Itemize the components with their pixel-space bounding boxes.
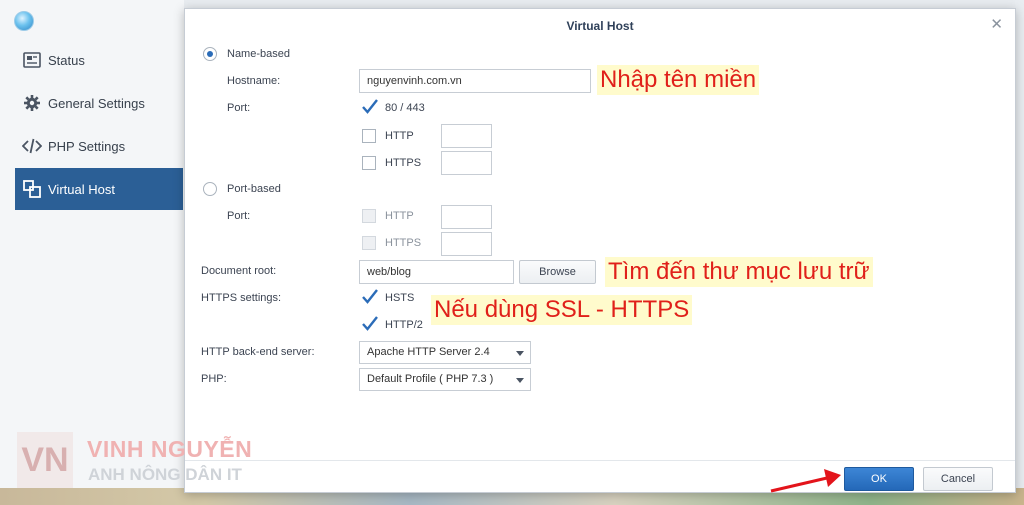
checkmark-icon xyxy=(362,99,378,114)
watermark-subtitle: ANH NÔNG DÂN IT xyxy=(88,465,242,484)
web-station-logo-icon xyxy=(14,11,34,31)
port-80-443-label: 80 / 443 xyxy=(385,102,425,114)
backend-server-value: Apache HTTP Server 2.4 xyxy=(367,346,490,358)
code-icon xyxy=(22,136,42,156)
name-based-radio[interactable] xyxy=(203,47,217,61)
port-based-port-label: Port: xyxy=(227,210,251,222)
background-right-edge xyxy=(1015,0,1024,505)
sidebar-item-label: Status xyxy=(48,52,85,68)
port-based-https-input[interactable] xyxy=(441,232,492,256)
port-based-http-checkbox[interactable] xyxy=(362,209,376,223)
checkmark-icon xyxy=(362,289,378,304)
status-icon xyxy=(22,50,42,70)
port-based-https-label: HTTPS xyxy=(385,237,422,249)
sidebar-item-status[interactable]: Status xyxy=(15,39,183,81)
hostname-annotation: Nhập tên miền xyxy=(597,65,760,95)
watermark-name: VINH NGUYỄN xyxy=(87,436,253,462)
checkmark-icon xyxy=(362,316,378,331)
http2-label: HTTP/2 xyxy=(385,319,423,331)
http-port-input[interactable] xyxy=(441,124,492,148)
ssl-annotation: Nếu dùng SSL - HTTPS xyxy=(431,295,693,325)
http-port-label: HTTP xyxy=(385,130,414,142)
red-arrow-icon xyxy=(770,469,841,493)
http-port-checkbox[interactable] xyxy=(362,129,376,143)
hostname-input[interactable]: nguyenvinh.com.vn xyxy=(359,69,591,93)
close-icon[interactable]: ✕ xyxy=(990,17,1003,32)
backend-server-select[interactable]: Apache HTTP Server 2.4 xyxy=(359,341,531,364)
https-port-checkbox[interactable] xyxy=(362,156,376,170)
sidebar-item-general-settings[interactable]: General Settings xyxy=(15,82,183,124)
cancel-button[interactable]: Cancel xyxy=(923,467,993,491)
chevron-down-icon xyxy=(516,351,524,356)
dialog-title: Virtual Host xyxy=(566,19,634,33)
watermark: VN VINH NGUYỄN ANH NÔNG DÂN IT xyxy=(17,432,257,488)
sidebar-item-label: Virtual Host xyxy=(48,181,115,197)
hsts-checkbox[interactable] xyxy=(362,289,378,305)
http2-checkbox[interactable] xyxy=(362,316,378,332)
php-profile-value: Default Profile ( PHP 7.3 ) xyxy=(367,373,494,385)
port-80-443-checkbox[interactable] xyxy=(362,99,378,115)
dialog-footer-divider xyxy=(185,460,1015,461)
hostname-label: Hostname: xyxy=(227,75,281,87)
sidebar-item-php-settings[interactable]: PHP Settings xyxy=(15,125,183,167)
https-settings-label: HTTPS settings: xyxy=(201,292,282,304)
port-based-http-input[interactable] xyxy=(441,205,492,229)
name-based-label: Name-based xyxy=(227,48,290,60)
port-label: Port: xyxy=(227,102,251,114)
browse-button[interactable]: Browse xyxy=(519,260,596,284)
https-port-label: HTTPS xyxy=(385,157,422,169)
https-port-input[interactable] xyxy=(441,151,492,175)
virtual-host-icon xyxy=(22,179,42,199)
sidebar-item-virtual-host[interactable]: Virtual Host xyxy=(15,168,183,210)
document-root-input[interactable]: web/blog xyxy=(359,260,514,284)
gear-icon xyxy=(22,93,42,113)
sidebar-item-label: General Settings xyxy=(48,95,145,111)
port-based-http-label: HTTP xyxy=(385,210,414,222)
php-profile-select[interactable]: Default Profile ( PHP 7.3 ) xyxy=(359,368,531,391)
sidebar-item-label: PHP Settings xyxy=(48,138,126,154)
document-root-label: Document root: xyxy=(201,265,277,277)
document-root-annotation: Tìm đến thư mục lưu trữ xyxy=(605,257,873,287)
port-based-label: Port-based xyxy=(227,183,281,195)
backend-server-label: HTTP back-end server: xyxy=(201,346,315,358)
virtual-host-dialog: Virtual Host ✕ Name-based Hostname: nguy… xyxy=(184,8,1016,493)
hsts-label: HSTS xyxy=(385,292,415,304)
chevron-down-icon xyxy=(516,378,524,383)
watermark-logo: VN xyxy=(17,432,73,488)
ok-button[interactable]: OK xyxy=(844,467,914,491)
port-based-radio[interactable] xyxy=(203,182,217,196)
port-based-https-checkbox[interactable] xyxy=(362,236,376,250)
php-label: PHP: xyxy=(201,373,227,385)
